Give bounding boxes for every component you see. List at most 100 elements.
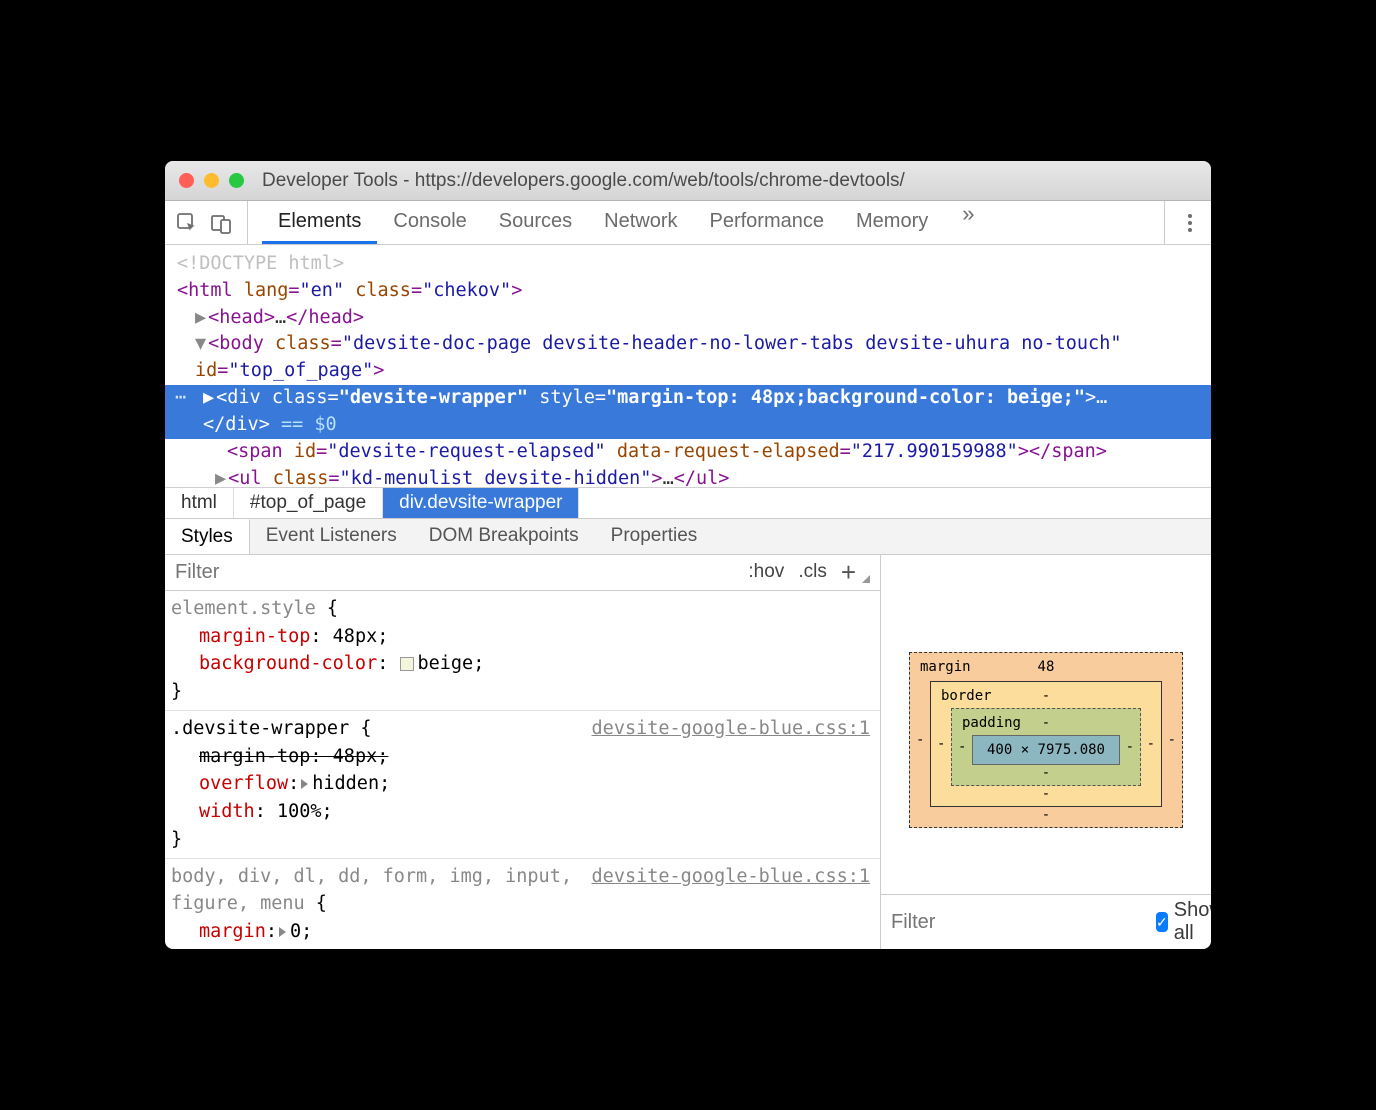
box-content[interactable]: 400 × 7975.080 [972,735,1120,765]
rule-source-link[interactable]: devsite-google-blue.css:1 [592,715,870,743]
tab-memory[interactable]: Memory [840,201,944,244]
box-margin-right[interactable]: - [1168,732,1176,748]
dom-body-tag[interactable]: ▼<body class="devsite-doc-page devsite-h… [177,331,1201,358]
close-button[interactable] [179,173,194,188]
dom-ellipsis: … [1096,387,1107,408]
inspect-element-icon[interactable] [175,211,199,235]
subtab-properties[interactable]: Properties [595,519,714,554]
dom-span-tag[interactable]: <span id="devsite-request-elapsed" data-… [177,439,1201,466]
disclosure-triangle-icon[interactable]: ▶ [203,387,214,408]
rule-source-link[interactable]: devsite-google-blue.css:1 [592,863,870,891]
dom-body-id[interactable]: id="top_of_page"> [177,358,1201,385]
box-padding-bottom[interactable]: - [1042,765,1050,781]
tab-console[interactable]: Console [377,201,482,244]
dom-tag-text: ></span> [1018,441,1107,462]
breadcrumb-selected[interactable]: div.devsite-wrapper [383,488,579,518]
devtools-window: Developer Tools - https://developers.goo… [165,161,1211,949]
cls-toggle[interactable]: .cls [798,561,827,583]
dom-tag-text: </ul> [674,468,730,488]
expand-triangle-icon[interactable] [279,927,286,937]
box-margin-left[interactable]: - [916,732,924,748]
expand-triangle-icon[interactable] [301,779,308,789]
box-border-bottom[interactable]: - [1042,786,1050,802]
box-padding[interactable]: padding - - - - 400 × 7975.080 [951,708,1141,786]
dom-attr-name: data-request-elapsed [617,441,840,462]
device-toggle-icon[interactable] [209,211,233,235]
main-tabs: Elements Console Sources Network Perform… [262,201,982,244]
box-padding-label: padding [962,715,1021,731]
prop-name[interactable]: margin [199,921,266,942]
new-style-rule-icon[interactable]: + [841,557,856,588]
maximize-button[interactable] [229,173,244,188]
subtab-event-listeners[interactable]: Event Listeners [250,519,413,554]
hov-toggle[interactable]: :hov [748,561,784,583]
styles-pane: :hov .cls + element.style { margin-top: … [165,555,881,949]
dom-tag-text: <html [177,280,244,301]
dom-attr-name: lang [244,280,289,301]
rule-selector: body, div, dl, dd, form, img, input, fig… [171,866,572,915]
disclosure-triangle-icon[interactable]: ▼ [195,333,206,354]
color-swatch-icon[interactable] [400,657,414,671]
dom-tag-text: <span [227,441,294,462]
box-margin-top[interactable]: 48 [1038,659,1055,675]
prop-value[interactable]: 0 [290,921,301,942]
box-margin-bottom[interactable]: - [1042,807,1050,823]
dom-attr-name: class [275,333,331,354]
prop-value[interactable]: hidden [312,773,379,794]
showall-checkbox[interactable]: ✓ [1156,912,1168,932]
breadcrumb-body[interactable]: #top_of_page [234,488,383,518]
prop-value[interactable]: 48px [333,626,378,647]
box-margin[interactable]: margin 48 - - - border - - - - padding - [909,652,1183,828]
dom-selected-row[interactable]: ⋯ ▶<div class="devsite-wrapper" style="m… [177,385,1201,439]
tab-sources[interactable]: Sources [483,201,588,244]
dom-head-tag[interactable]: ▶<head>…</head> [177,305,1201,332]
prop-name[interactable]: width [199,801,255,822]
box-model[interactable]: margin 48 - - - border - - - - padding - [881,555,1211,894]
dom-attr-value: "kd-menulist devsite-hidden" [340,468,652,488]
more-tabs-icon[interactable]: » [954,201,982,244]
dom-attr-value: "devsite-doc-page devsite-header-no-lowe… [342,333,1122,354]
prop-name[interactable]: margin-top [199,746,310,767]
tab-elements[interactable]: Elements [262,201,377,244]
computed-filter-input[interactable] [891,911,1156,934]
box-border-top[interactable]: - [1042,688,1050,704]
box-border[interactable]: border - - - - padding - - - - 400 × 797… [930,681,1162,807]
tab-performance[interactable]: Performance [694,201,841,244]
showall-label[interactable]: Show all [1174,899,1211,945]
styles-subtabs: Styles Event Listeners DOM Breakpoints P… [165,519,1211,555]
breadcrumb-html[interactable]: html [165,488,234,518]
disclosure-triangle-icon[interactable]: ▶ [215,468,226,488]
disclosure-triangle-icon[interactable]: ▶ [195,307,206,328]
dom-tree[interactable]: <!DOCTYPE html> <html lang="en" class="c… [165,245,1211,487]
box-margin-label: margin [920,659,971,675]
prop-name[interactable]: margin-top [199,626,310,647]
tab-network[interactable]: Network [588,201,693,244]
prop-name[interactable]: overflow [199,773,288,794]
prop-value[interactable]: 48px [333,746,378,767]
dom-ul-tag[interactable]: ▶<ul class="kd-menulist devsite-hidden">… [177,466,1201,488]
dom-attr-value: "top_of_page" [228,360,373,381]
rule-devsite-wrapper[interactable]: devsite-google-blue.css:1 .devsite-wrapp… [165,711,880,859]
dom-ellipsis: … [275,307,286,328]
dom-html-tag[interactable]: <html lang="en" class="chekov"> [177,278,1201,305]
rule-element-style[interactable]: element.style { margin-top: 48px; backgr… [165,591,880,711]
box-border-right[interactable]: - [1147,736,1155,752]
rule-body-etc[interactable]: devsite-google-blue.css:1 body, div, dl,… [165,859,880,949]
prop-value[interactable]: beige [418,653,474,674]
styles-filter-input[interactable] [175,561,748,584]
box-padding-top[interactable]: - [1042,715,1050,731]
box-border-left[interactable]: - [937,736,945,752]
computed-pane: margin 48 - - - border - - - - padding - [881,555,1211,949]
box-padding-left[interactable]: - [958,739,966,755]
dom-doctype[interactable]: <!DOCTYPE html> [177,251,1201,278]
subtab-dom-breakpoints[interactable]: DOM Breakpoints [413,519,595,554]
prop-name[interactable]: background-color [199,653,377,674]
box-padding-right[interactable]: - [1126,739,1134,755]
prop-value[interactable]: 100% [277,801,322,822]
subtab-styles[interactable]: Styles [165,519,250,554]
corner-triangle-icon[interactable] [862,575,870,583]
minimize-button[interactable] [204,173,219,188]
rule-selector: .devsite-wrapper [171,718,349,739]
style-rules[interactable]: element.style { margin-top: 48px; backgr… [165,591,880,949]
settings-kebab-icon[interactable] [1179,214,1201,232]
